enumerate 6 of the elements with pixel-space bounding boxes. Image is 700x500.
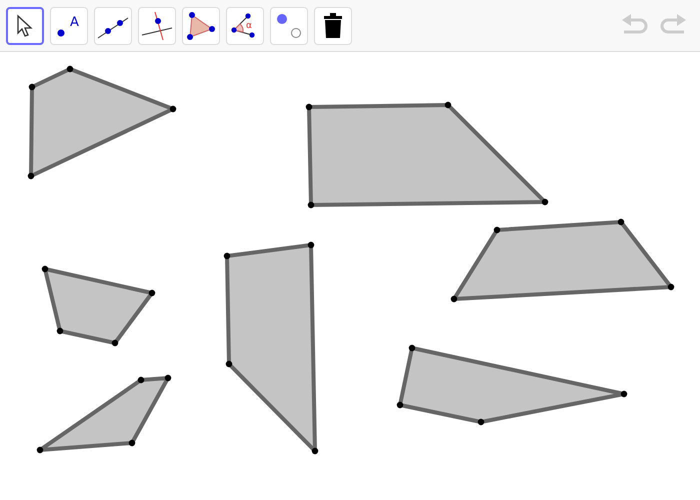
trash-icon (323, 12, 343, 38)
tool-button[interactable]: A (50, 6, 88, 44)
perpendicular-line-icon (140, 10, 174, 40)
arrow-cursor-icon (16, 14, 34, 38)
tool-button[interactable] (6, 6, 44, 44)
triangle-icon (186, 10, 216, 40)
